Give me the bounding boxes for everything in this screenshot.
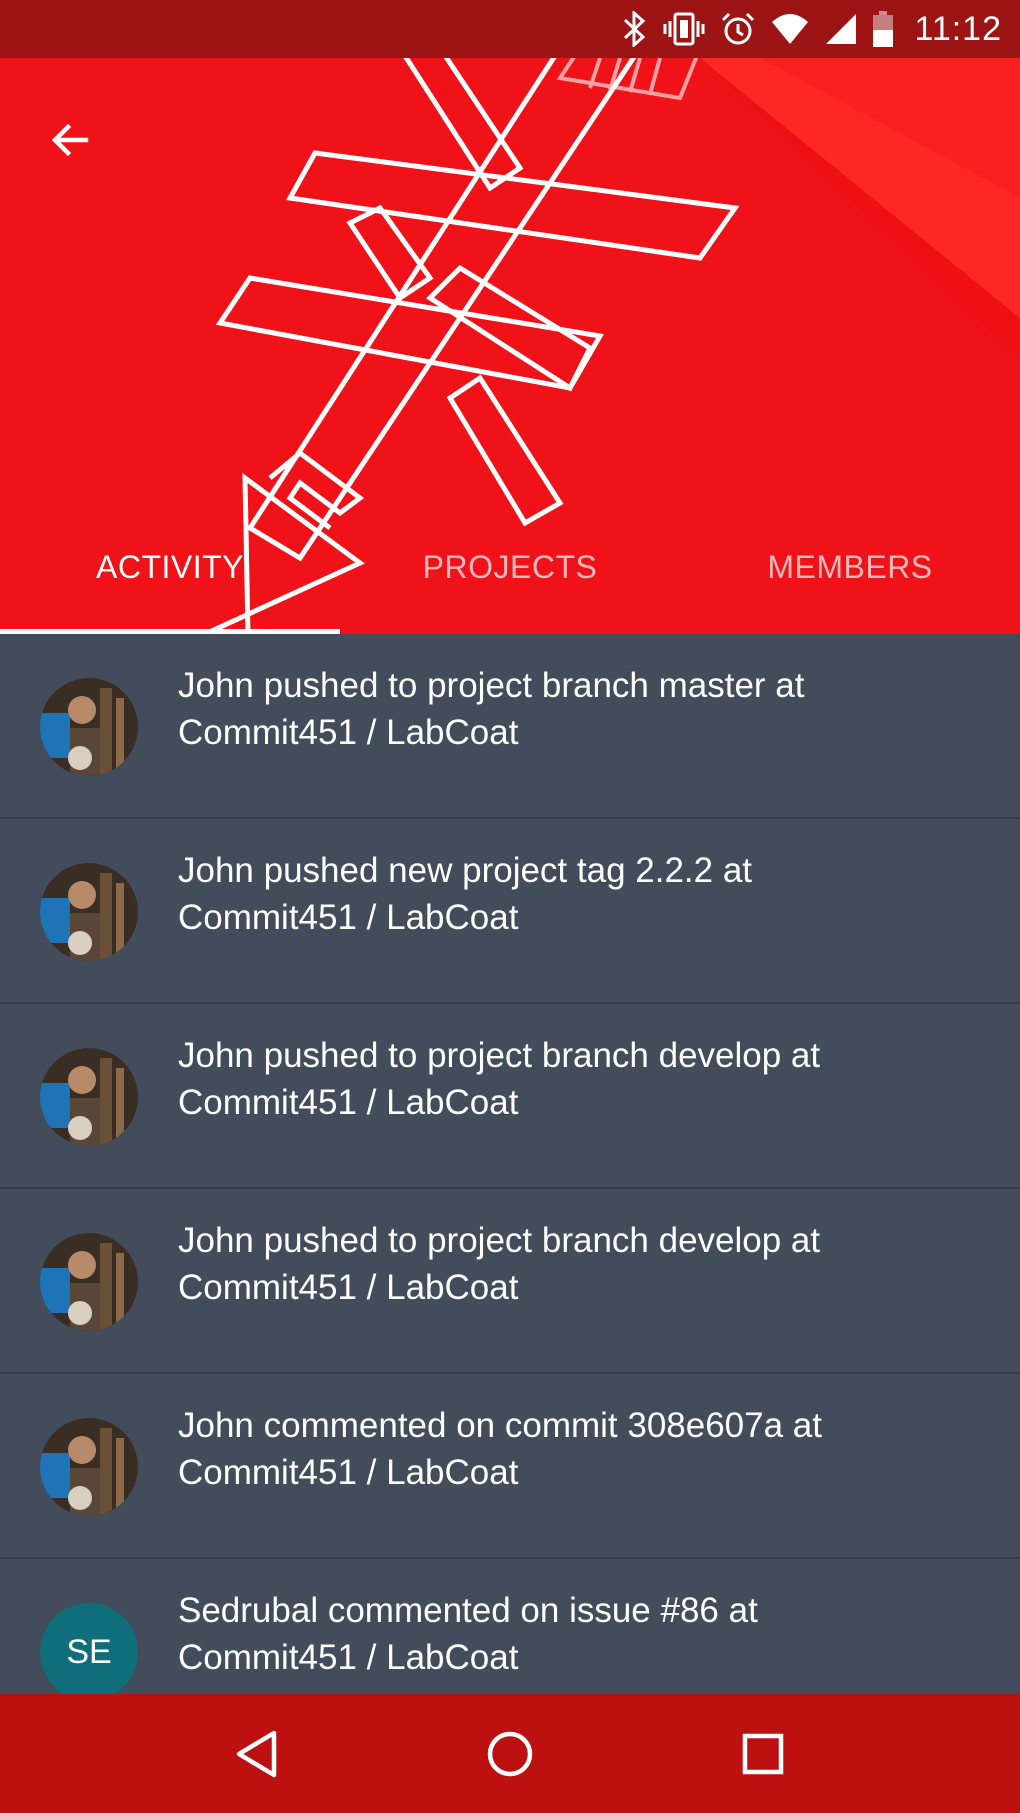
status-time: 11:12 — [914, 9, 1002, 48]
status-icons: 11:12 — [622, 0, 1002, 58]
app-root: 11:12 ACTIVITY PROJECTS MEMBERS John pus… — [0, 0, 1020, 1813]
tab-bar: ACTIVITY PROJECTS MEMBERS — [0, 494, 1020, 634]
list-item[interactable]: John pushed to project branch develop at… — [0, 1004, 1020, 1189]
activity-message: John pushed to project branch master at — [178, 666, 805, 705]
avatar — [40, 1418, 138, 1516]
cell-signal-icon — [824, 12, 858, 46]
activity-text: Sedrubal commented on issue #86 at Commi… — [178, 1587, 988, 1681]
list-item[interactable]: John pushed to project branch master at … — [0, 634, 1020, 819]
activity-text: John pushed new project tag 2.2.2 at Com… — [178, 847, 988, 941]
activity-project-link: Commit451 / LabCoat — [178, 1083, 519, 1122]
tab-projects-label: PROJECTS — [422, 548, 598, 585]
avatar — [40, 1048, 138, 1146]
activity-message: John pushed new project tag 2.2.2 at — [178, 851, 753, 890]
list-item[interactable]: John pushed new project tag 2.2.2 at Com… — [0, 819, 1020, 1004]
vibrate-icon — [662, 11, 706, 47]
nav-recents-button[interactable] — [718, 1709, 808, 1799]
recents-square-icon — [743, 1733, 784, 1774]
activity-project-link: Commit451 / LabCoat — [178, 898, 519, 937]
tab-members-label: MEMBERS — [767, 548, 933, 585]
avatar — [40, 863, 138, 961]
activity-message: John pushed to project branch develop at — [178, 1221, 821, 1260]
tab-members[interactable]: MEMBERS — [680, 494, 1020, 634]
tab-activity-label: ACTIVITY — [95, 548, 244, 585]
activity-text: John pushed to project branch develop at… — [178, 1032, 988, 1126]
avatar-initials: SE — [40, 1603, 138, 1694]
activity-message: John pushed to project branch develop at — [178, 1036, 821, 1075]
avatar — [40, 678, 138, 776]
tab-activity[interactable]: ACTIVITY — [0, 494, 340, 634]
battery-icon — [872, 10, 894, 48]
avatar — [40, 1233, 138, 1331]
home-circle-icon — [487, 1731, 533, 1776]
activity-project-link: Commit451 / LabCoat — [178, 1268, 519, 1307]
activity-project-link: Commit451 / LabCoat — [178, 1453, 519, 1492]
list-item[interactable]: John pushed to project branch develop at… — [0, 1189, 1020, 1374]
activity-message: Sedrubal commented on issue #86 at — [178, 1591, 758, 1630]
bluetooth-icon — [622, 11, 648, 47]
tab-projects[interactable]: PROJECTS — [340, 494, 680, 634]
activity-list[interactable]: John pushed to project branch master at … — [0, 634, 1020, 1694]
activity-message: John commented on commit 308e607a at — [178, 1406, 822, 1445]
back-button[interactable] — [30, 100, 110, 180]
system-nav-bar — [0, 1694, 1020, 1813]
activity-project-link: Commit451 / LabCoat — [178, 713, 519, 752]
wifi-icon — [770, 12, 810, 46]
list-item[interactable]: SE Sedrubal commented on issue #86 at Co… — [0, 1559, 1020, 1694]
status-bar: 11:12 — [0, 0, 1020, 58]
back-triangle-icon — [236, 1730, 276, 1777]
activity-text: John pushed to project branch develop at… — [178, 1217, 988, 1311]
activity-text: John commented on commit 308e607a at Com… — [178, 1402, 988, 1496]
activity-text: John pushed to project branch master at … — [178, 662, 988, 756]
nav-back-button[interactable] — [212, 1709, 302, 1799]
arrow-back-icon — [51, 123, 89, 157]
list-item[interactable]: John commented on commit 308e607a at Com… — [0, 1374, 1020, 1559]
group-header: ACTIVITY PROJECTS MEMBERS — [0, 58, 1020, 634]
tab-indicator — [0, 629, 340, 634]
nav-home-button[interactable] — [465, 1709, 555, 1799]
activity-project-link: Commit451 / LabCoat — [178, 1638, 519, 1677]
alarm-icon — [720, 11, 756, 47]
